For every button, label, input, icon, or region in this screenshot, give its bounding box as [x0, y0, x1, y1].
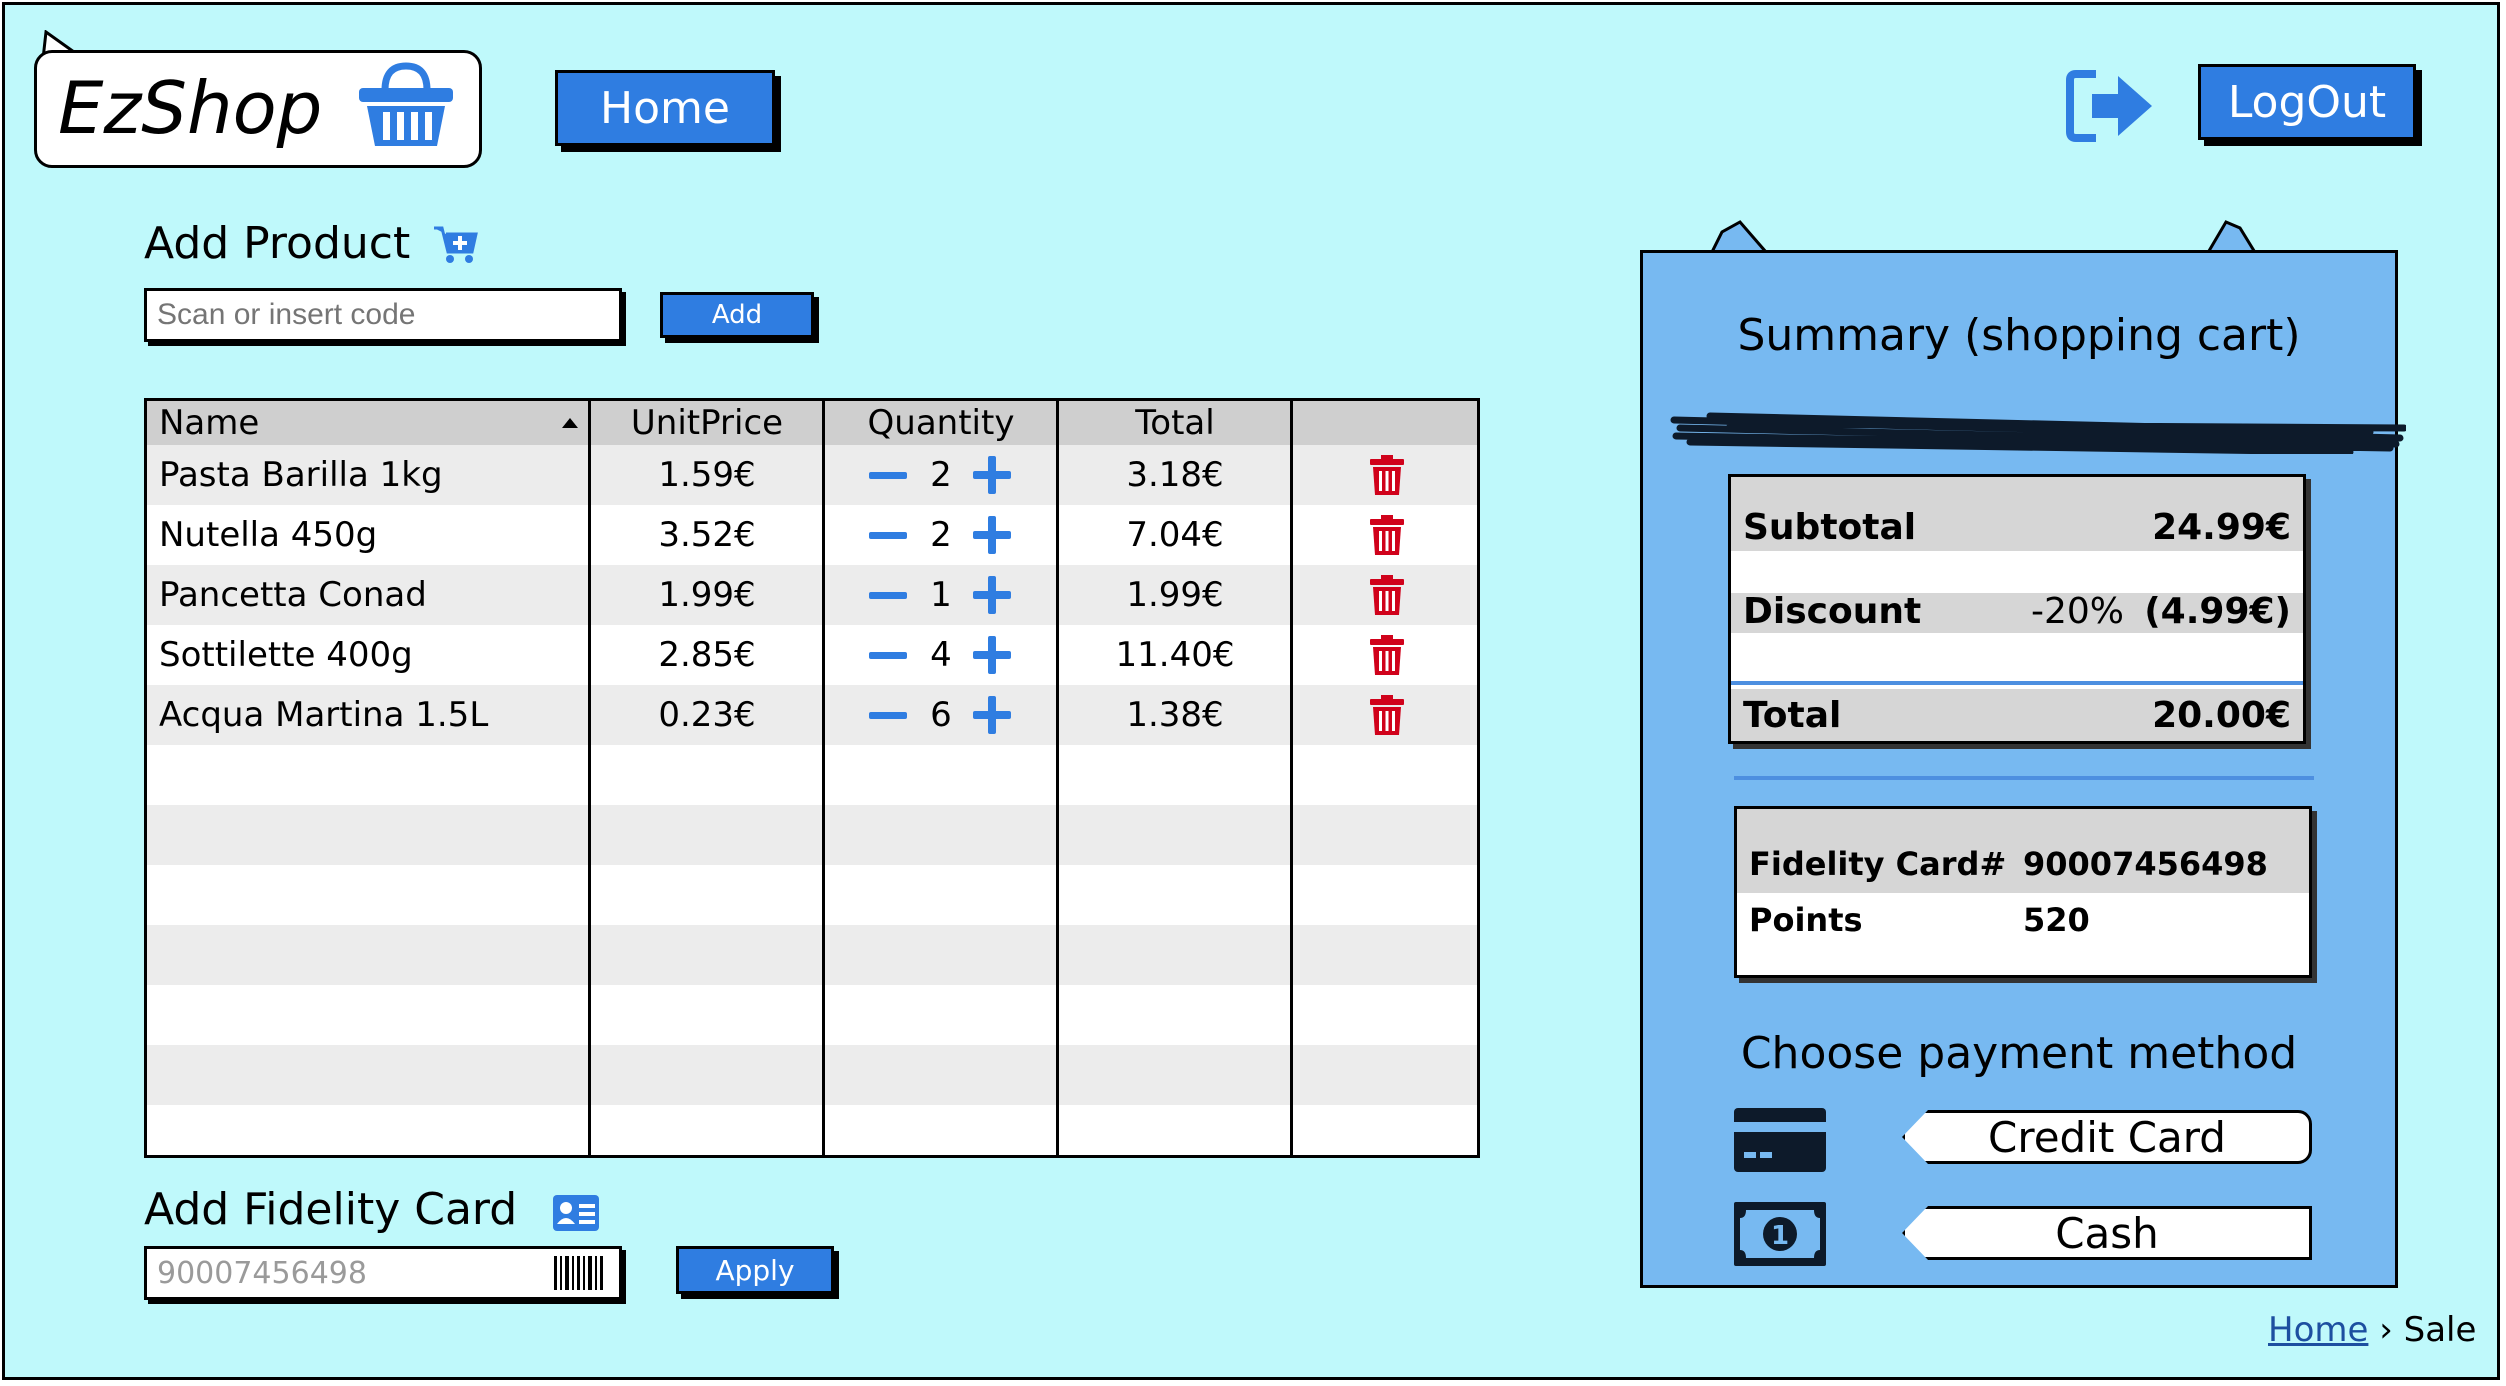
total-value: 20.00€: [2152, 695, 2291, 736]
column-divider: [1056, 401, 1059, 1155]
fidelity-card-row: Fidelity Card# 90007456498: [1737, 837, 2309, 893]
empty-table-row: [147, 925, 1477, 985]
unit-price: 1.59€: [658, 455, 756, 495]
fidelity-card-value: 90007456498: [2023, 845, 2268, 883]
product-name: Pasta Barilla 1kg: [159, 455, 443, 495]
breadcrumb-current: Sale: [2403, 1310, 2477, 1350]
row-total: 1.38€: [1126, 695, 1224, 735]
product-table: Name UnitPrice Quantity Total Pasta Bari…: [144, 398, 1480, 1158]
points-row: Points 520: [1737, 893, 2309, 975]
add-product-button[interactable]: Add: [660, 292, 814, 338]
points-label: Points: [1749, 901, 1863, 939]
fidelity-card-label: Fidelity Card#: [1749, 845, 2007, 883]
cash-button[interactable]: Cash: [1902, 1206, 2312, 1260]
column-divider: [1290, 401, 1293, 1155]
empty-table-row: [147, 865, 1477, 925]
add-product-title: Add Product: [144, 218, 411, 269]
empty-table-row: [147, 1105, 1477, 1155]
logout-icon[interactable]: [2066, 68, 2156, 144]
trash-icon[interactable]: [1369, 574, 1405, 616]
product-name: Acqua Martina 1.5L: [159, 695, 489, 735]
row-total: 1.99€: [1126, 575, 1224, 615]
product-name: Nutella 450g: [159, 515, 378, 555]
decrease-quantity-button[interactable]: [869, 652, 907, 659]
row-total: 7.04€: [1126, 515, 1224, 555]
decrease-quantity-button[interactable]: [869, 532, 907, 539]
fidelity-info-box: Fidelity Card# 90007456498 Points 520: [1734, 806, 2312, 978]
column-header-name[interactable]: Name: [159, 401, 259, 445]
empty-table-row: [147, 745, 1477, 805]
total-row: Total 20.00€: [1731, 689, 2303, 741]
empty-table-row: [147, 985, 1477, 1045]
add-fidelity-card-title: Add Fidelity Card: [144, 1184, 518, 1235]
empty-table-row: [147, 1045, 1477, 1105]
decrease-quantity-button[interactable]: [869, 472, 907, 479]
add-to-cart-icon: [434, 226, 478, 263]
discount-row: Discount -20% (4.99€): [1731, 587, 2303, 637]
payment-method-title: Choose payment method: [1740, 1028, 2298, 1079]
quantity-value: 1: [930, 575, 952, 615]
quantity-value: 6: [930, 695, 952, 735]
product-code-input[interactable]: [144, 288, 622, 342]
quantity-value: 2: [930, 455, 952, 495]
unit-price: 2.85€: [658, 635, 756, 675]
cash-icon: 1: [1734, 1202, 1826, 1266]
subtotal-label: Subtotal: [1743, 507, 1917, 548]
discount-percent: -20%: [2031, 591, 2125, 632]
trash-icon[interactable]: [1369, 694, 1405, 736]
sort-ascending-icon[interactable]: [561, 417, 579, 429]
quantity-value: 4: [930, 635, 952, 675]
increase-quantity-button[interactable]: [973, 636, 1011, 674]
svg-text:1: 1: [1771, 1221, 1789, 1251]
column-header-unitprice[interactable]: UnitPrice: [591, 401, 823, 445]
points-value: 520: [2023, 901, 2090, 939]
unit-price: 0.23€: [658, 695, 756, 735]
credit-card-button[interactable]: Credit Card: [1902, 1110, 2312, 1164]
breadcrumb-home-link[interactable]: Home: [2268, 1310, 2368, 1350]
breadcrumb: Home › Sale: [2268, 1310, 2476, 1350]
basket-icon: [359, 62, 453, 146]
barcode-icon: [554, 1256, 603, 1290]
unit-price: 1.99€: [658, 575, 756, 615]
quantity-value: 2: [930, 515, 952, 555]
column-header-quantity[interactable]: Quantity: [825, 401, 1057, 445]
trash-icon[interactable]: [1369, 634, 1405, 676]
discount-label: Discount: [1743, 591, 1922, 632]
trash-icon[interactable]: [1369, 454, 1405, 496]
column-divider: [588, 401, 591, 1155]
unit-price: 3.52€: [658, 515, 756, 555]
subtotal-row: Subtotal 24.99€: [1731, 507, 2303, 551]
total-divider: [1731, 681, 2303, 685]
table-header: Name UnitPrice Quantity Total: [147, 401, 1477, 445]
id-card-icon: [553, 1195, 599, 1231]
fidelity-card-input[interactable]: 90007456498: [144, 1246, 622, 1300]
apply-fidelity-button[interactable]: Apply: [676, 1246, 834, 1294]
discount-value: (4.99€): [2144, 591, 2291, 632]
credit-card-icon: [1734, 1108, 1826, 1172]
increase-quantity-button[interactable]: [973, 696, 1011, 734]
empty-table-row: [147, 805, 1477, 865]
increase-quantity-button[interactable]: [973, 516, 1011, 554]
product-name: Sottilette 400g: [159, 635, 413, 675]
scribble-divider: [1670, 412, 2406, 454]
subtotal-value: 24.99€: [2152, 507, 2291, 548]
trash-icon[interactable]: [1369, 514, 1405, 556]
section-divider: [1734, 776, 2314, 780]
increase-quantity-button[interactable]: [973, 576, 1011, 614]
totals-box: Subtotal 24.99€ Discount -20% (4.99€) To…: [1728, 474, 2306, 744]
total-label: Total: [1743, 695, 1842, 736]
increase-quantity-button[interactable]: [973, 456, 1011, 494]
row-total: 3.18€: [1126, 455, 1224, 495]
column-divider: [822, 401, 825, 1155]
home-button[interactable]: Home: [555, 70, 775, 146]
breadcrumb-separator: ›: [2379, 1310, 2393, 1350]
app-title: EzShop: [58, 66, 323, 150]
row-total: 11.40€: [1115, 635, 1235, 675]
decrease-quantity-button[interactable]: [869, 712, 907, 719]
column-header-total[interactable]: Total: [1059, 401, 1291, 445]
summary-title: Summary (shopping cart): [1737, 310, 2301, 361]
product-name: Pancetta Conad: [159, 575, 427, 615]
decrease-quantity-button[interactable]: [869, 592, 907, 599]
logout-button[interactable]: LogOut: [2198, 64, 2416, 140]
